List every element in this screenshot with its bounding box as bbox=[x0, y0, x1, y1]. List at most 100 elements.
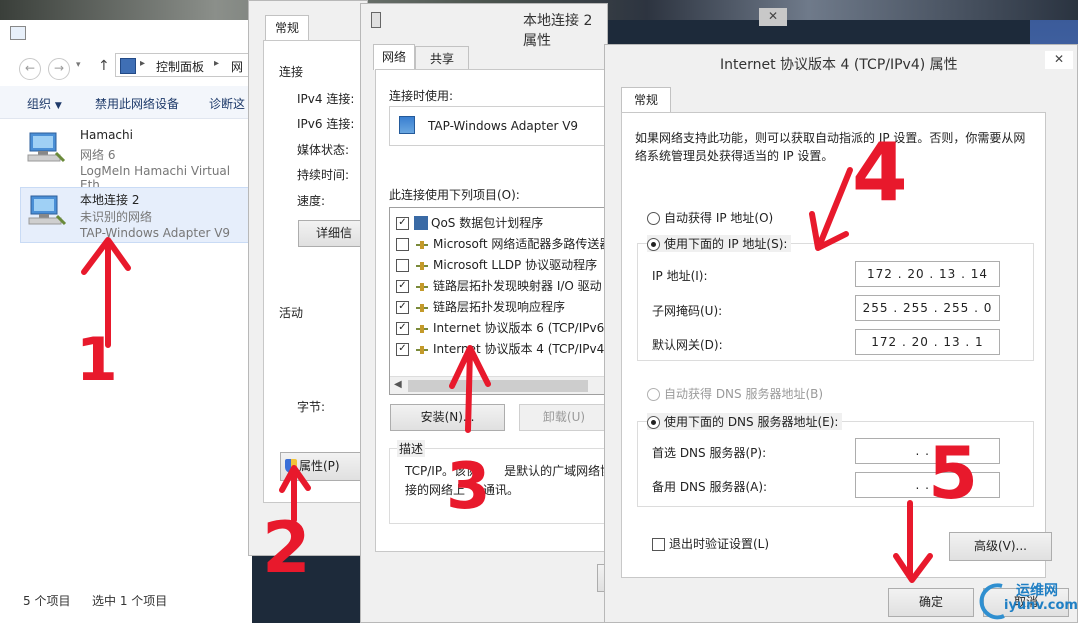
description-text-2: 接的网络上 通讯。 bbox=[405, 483, 520, 497]
close-button[interactable]: ✕ bbox=[759, 8, 787, 26]
adapter-box: TAP-Windows Adapter V9 bbox=[389, 106, 609, 146]
breadcrumb-separator-icon: ▸ bbox=[214, 58, 220, 69]
tab-general[interactable]: 常规 bbox=[621, 87, 671, 113]
install-button[interactable]: 安装(N)... bbox=[390, 404, 505, 431]
radio-button[interactable] bbox=[647, 212, 660, 225]
back-button[interactable]: ← bbox=[19, 58, 41, 80]
checkbox[interactable] bbox=[396, 238, 409, 251]
local-connection-properties-dialog: 本地连接 2 属性 ✕ 网络 共享 连接时使用: TAP-Windows Ada… bbox=[360, 3, 787, 623]
uninstall-button[interactable]: 卸载(U) bbox=[519, 404, 609, 431]
radio-button[interactable] bbox=[647, 238, 660, 251]
chevron-down-icon: ▼ bbox=[54, 101, 62, 111]
connection-name: Hamachi bbox=[80, 128, 133, 142]
auto-ip-radio[interactable]: 自动获得 IP 地址(O) bbox=[647, 209, 773, 226]
speed-label: 速度: bbox=[297, 194, 326, 208]
dialog-title: 本地连接 2 属性 bbox=[523, 13, 593, 49]
checkbox[interactable]: ✓ bbox=[396, 217, 409, 230]
section-activity: 活动 bbox=[279, 306, 304, 320]
alternate-dns-field[interactable]: . . . bbox=[855, 472, 1000, 498]
connection-status: 网络 6 bbox=[80, 148, 116, 162]
connection-item-hamachi[interactable]: Hamachi 网络 6 LogMeIn Hamachi Virtual Eth bbox=[20, 125, 252, 192]
list-item-lltd-responder[interactable]: ✓ 链路层拓扑发现响应程序 bbox=[396, 297, 565, 317]
list-item-ipv6[interactable]: ✓ Internet 协议版本 6 (TCP/IPv6) bbox=[396, 318, 609, 338]
ip-address-field[interactable]: 172 . 20 . 13 . 14 bbox=[855, 261, 1000, 287]
subnet-mask-field[interactable]: 255 . 255 . 255 . 0 bbox=[855, 295, 1000, 321]
address-bar[interactable]: ▸ 控制面板 ▸ 网 bbox=[115, 53, 255, 77]
status-item-count: 5 个项目 bbox=[23, 594, 71, 608]
connection-item-local-2[interactable]: 本地连接 2 未识别的网络 TAP-Windows Adapter V9 bbox=[20, 187, 252, 243]
checkbox[interactable]: ✓ bbox=[396, 301, 409, 314]
ipv4-connectivity-label: IPv4 连接: bbox=[297, 92, 355, 106]
disable-device-button[interactable]: 禁用此网络设备 bbox=[95, 95, 179, 112]
advanced-button[interactable]: 高级(V)... bbox=[949, 532, 1052, 561]
list-item-mux[interactable]: Microsoft 网络适配器多路传送器 bbox=[396, 234, 611, 254]
list-item-ipv4[interactable]: ✓ Internet 协议版本 4 (TCP/IPv4) bbox=[396, 339, 609, 359]
tab-sharing[interactable]: 共享 bbox=[415, 46, 469, 70]
manual-ip-radio[interactable]: 使用下面的 IP 地址(S): bbox=[647, 235, 792, 252]
checkbox[interactable] bbox=[652, 538, 665, 551]
command-bar: 组织 ▼ 禁用此网络设备 诊断这 bbox=[0, 86, 250, 119]
checkbox[interactable] bbox=[396, 259, 409, 272]
alternate-dns-label: 备用 DNS 服务器(A): bbox=[652, 480, 768, 494]
up-button[interactable]: ↑ bbox=[98, 58, 110, 74]
media-state-label: 媒体状态: bbox=[297, 143, 350, 157]
items-label: 此连接使用下列项目(O): bbox=[389, 188, 520, 202]
description-label: 描述 bbox=[397, 440, 426, 457]
list-item-qos[interactable]: ✓ QoS 数据包计划程序 bbox=[396, 213, 543, 233]
checkbox[interactable]: ✓ bbox=[396, 343, 409, 356]
preferred-dns-label: 首选 DNS 服务器(P): bbox=[652, 446, 767, 460]
qos-icon bbox=[414, 216, 428, 230]
gateway-field[interactable]: 172 . 20 . 13 . 1 bbox=[855, 329, 1000, 355]
description-text-1: TCP/IP。该协 是默认的广域网络协议 bbox=[405, 464, 625, 478]
protocol-icon bbox=[415, 324, 429, 334]
adapter-name: TAP-Windows Adapter V9 bbox=[428, 119, 579, 133]
diagnose-button[interactable]: 诊断这 bbox=[209, 95, 245, 112]
checkbox[interactable]: ✓ bbox=[396, 280, 409, 293]
radio-button[interactable] bbox=[647, 388, 660, 401]
tab-general[interactable]: 常规 bbox=[265, 15, 309, 41]
list-item-lltd-mapper[interactable]: ✓ 链路层拓扑发现映射器 I/O 驱动 bbox=[396, 276, 602, 296]
breadcrumb-separator-icon: ▸ bbox=[140, 58, 146, 69]
ipv4-properties-dialog: Internet 协议版本 4 (TCP/IPv4) 属性 ✕ 常规 如果网络支… bbox=[604, 44, 1078, 623]
control-panel-icon bbox=[120, 58, 136, 74]
organize-menu[interactable]: 组织 ▼ bbox=[27, 95, 62, 112]
breadcrumb-network[interactable]: 网 bbox=[231, 58, 243, 75]
connection-status: 未识别的网络 bbox=[80, 210, 153, 224]
network-adapter-title-icon bbox=[371, 12, 381, 28]
network-adapter-icon bbox=[399, 116, 415, 134]
close-button[interactable]: ✕ bbox=[1045, 51, 1073, 69]
horizontal-scrollbar[interactable]: ◀ bbox=[390, 376, 612, 394]
watermark-cn: 运维网 bbox=[1016, 583, 1058, 599]
bytes-label: 字节: bbox=[297, 400, 326, 414]
list-item-lldp[interactable]: Microsoft LLDP 协议驱动程序 bbox=[396, 255, 597, 275]
protocol-icon bbox=[415, 261, 429, 271]
protocol-icon bbox=[415, 282, 429, 292]
status-panel bbox=[263, 40, 373, 503]
preferred-dns-field[interactable]: . . . bbox=[855, 438, 1000, 464]
radio-button[interactable] bbox=[647, 416, 660, 429]
properties-button[interactable]: 属性(P) bbox=[280, 452, 365, 481]
auto-dns-radio[interactable]: 自动获得 DNS 服务器地址(B) bbox=[647, 385, 823, 402]
connection-status-dialog: 常规 连接 IPv4 连接: IPv6 连接: 媒体状态: 持续时间: 速度: … bbox=[248, 0, 373, 556]
scroll-thumb[interactable] bbox=[408, 380, 588, 392]
tab-networking[interactable]: 网络 bbox=[373, 44, 415, 70]
components-list[interactable]: ✓ QoS 数据包计划程序 Microsoft 网络适配器多路传送器 Micros… bbox=[389, 207, 613, 395]
network-connections-window: ← → ▾ ↑ ▸ 控制面板 ▸ 网 组织 ▼ 禁用此网络设备 诊断这 Hama… bbox=[0, 20, 255, 623]
checkbox[interactable]: ✓ bbox=[396, 322, 409, 335]
scroll-left-icon[interactable]: ◀ bbox=[394, 379, 402, 390]
forward-button[interactable]: → bbox=[48, 58, 70, 80]
ip-address-label: IP 地址(I): bbox=[652, 269, 708, 283]
breadcrumb-control-panel[interactable]: 控制面板 bbox=[156, 58, 204, 75]
ipv6-connectivity-label: IPv6 连接: bbox=[297, 117, 355, 131]
recent-dropdown-icon[interactable]: ▾ bbox=[76, 60, 81, 70]
dialog-title: Internet 协议版本 4 (TCP/IPv4) 属性 bbox=[720, 57, 958, 73]
protocol-icon bbox=[415, 303, 429, 313]
shield-icon bbox=[285, 459, 297, 473]
validate-on-exit-checkbox[interactable]: 退出时验证设置(L) bbox=[652, 535, 769, 552]
connect-using-label: 连接时使用: bbox=[389, 89, 454, 103]
ok-button[interactable]: 确定 bbox=[888, 588, 974, 617]
protocol-icon bbox=[415, 240, 429, 250]
manual-dns-radio[interactable]: 使用下面的 DNS 服务器地址(E): bbox=[647, 413, 843, 430]
intro-text-1: 如果网络支持此功能，则可以获取自动指派的 IP 设置。否则，你需要从网 bbox=[635, 131, 1026, 145]
gateway-label: 默认网关(D): bbox=[652, 338, 723, 352]
